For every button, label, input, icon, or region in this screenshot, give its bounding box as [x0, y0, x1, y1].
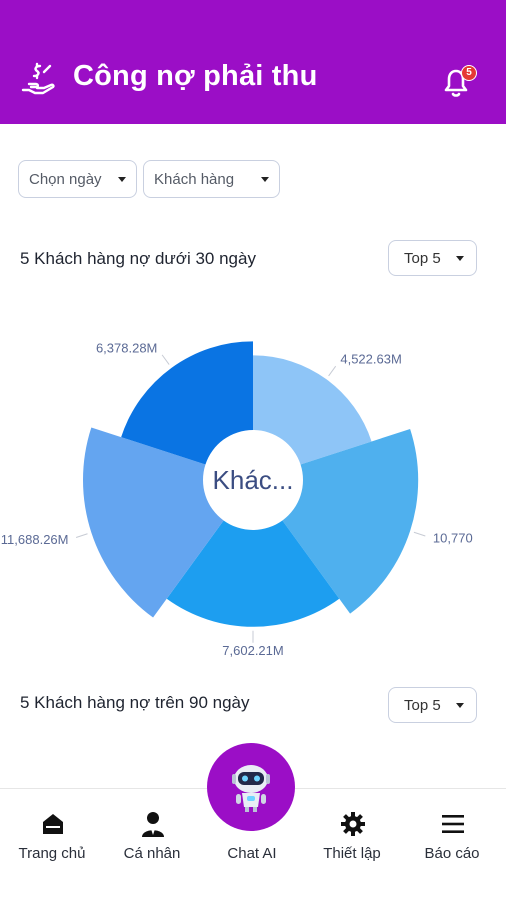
nav-report[interactable]: Báo cáo — [402, 789, 502, 900]
date-filter-dropdown[interactable]: Chọn ngày — [18, 160, 137, 198]
nav-home-label: Trang chủ — [18, 845, 86, 862]
nav-settings-label: Thiết lập — [323, 845, 381, 862]
chart-leader-line — [75, 533, 88, 538]
chart-leader-line — [413, 531, 426, 537]
page-title: Công nợ phải thu — [73, 60, 318, 92]
nav-settings[interactable]: Thiết lập — [302, 789, 402, 900]
chevron-down-icon — [118, 176, 126, 182]
chevron-down-icon — [456, 255, 464, 261]
chart-leader-line — [328, 365, 337, 377]
menu-icon — [442, 815, 464, 833]
person-icon — [142, 812, 164, 837]
app-header: Công nợ phải thu 5 — [0, 0, 506, 124]
chart-data-label: 6,378.28M — [96, 340, 157, 355]
nav-profile[interactable]: Cá nhân — [102, 789, 202, 900]
chart-data-label: 4,522.63M — [340, 352, 401, 367]
chart-data-label: 7,602.21M — [222, 643, 283, 658]
nav-home[interactable]: Trang chủ — [2, 789, 102, 900]
chart-leader-line — [161, 354, 170, 365]
section-title-under-30: 5 Khách hàng nợ dưới 30 ngày — [20, 249, 256, 268]
chevron-down-icon — [456, 702, 464, 708]
top-select-label: Top 5 — [404, 249, 441, 267]
chart-data-label: 11,688.26M — [1, 532, 69, 547]
hand-money-icon — [21, 62, 55, 95]
nav-report-label: Báo cáo — [424, 845, 480, 862]
customer-filter-dropdown[interactable]: Khách hàng — [143, 160, 280, 198]
section-title-over-90: 5 Khách hàng nợ trên 90 ngày — [20, 693, 250, 712]
customer-filter-label: Khách hàng — [154, 170, 235, 188]
debt-rose-chart: 4,522.63M 10,770 7,602.21M 11,688.26M 6,378.… — [1, 340, 473, 658]
top-select-label: Top 5 — [404, 696, 441, 714]
top-select-over-90[interactable]: Top 5 — [388, 687, 477, 723]
notification-badge: 5 — [461, 65, 477, 81]
gear-icon — [341, 812, 365, 836]
home-icon — [43, 814, 63, 834]
nav-chat-label: Chat AI — [227, 845, 277, 862]
chart-center-label: Khác... — [213, 465, 294, 495]
chart-data-label: 10,770 — [433, 530, 473, 545]
robot-icon — [232, 765, 270, 812]
nav-profile-label: Cá nhân — [123, 845, 181, 862]
top-select-under-30[interactable]: Top 5 — [388, 240, 477, 276]
date-filter-label: Chọn ngày — [29, 170, 102, 188]
chevron-down-icon — [261, 176, 269, 182]
chat-ai-button[interactable] — [207, 743, 295, 831]
